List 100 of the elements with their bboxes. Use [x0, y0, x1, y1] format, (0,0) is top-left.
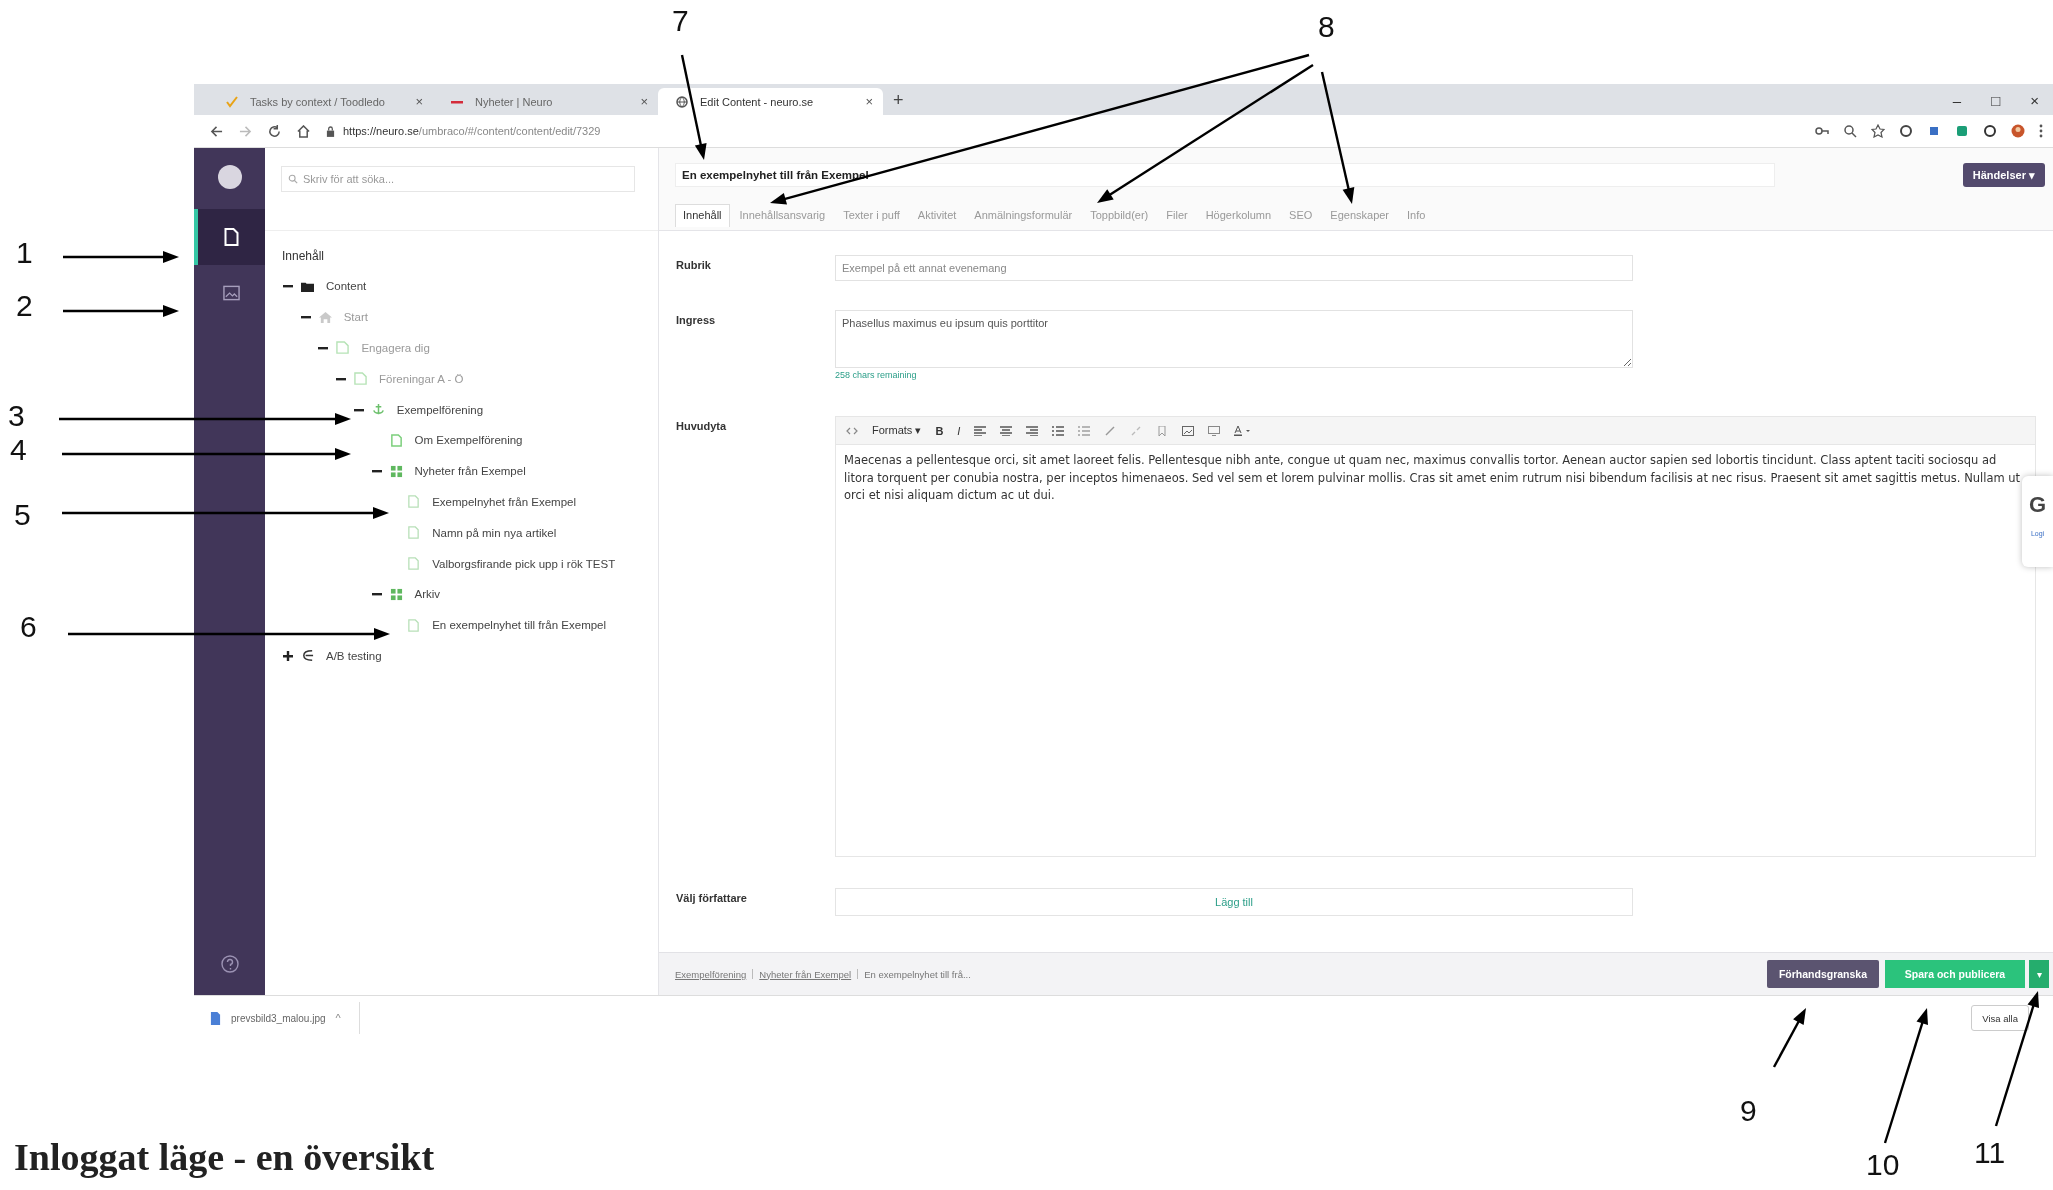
search-field[interactable]: Skriv för att söka...: [281, 166, 635, 192]
field-label: Ingress: [676, 313, 717, 328]
link-icon[interactable]: [1104, 425, 1117, 436]
tab-title: Tasks by context / Toodledo: [250, 95, 386, 108]
text-area[interactable]: Phasellus maximus eu ipsum quis porttitor: [835, 310, 1633, 368]
extension-icon[interactable]: [1899, 124, 1913, 138]
show-all-button[interactable]: Visa alla: [1971, 1005, 2029, 1031]
field-label: Välj författare: [676, 891, 748, 906]
window-control[interactable]: ×: [2030, 92, 2039, 109]
annotation-number: 9: [1740, 1096, 1757, 1126]
globe-icon: [676, 95, 688, 108]
check-icon: [226, 95, 238, 108]
annotation-number: 10: [1866, 1150, 1900, 1180]
tree-item[interactable]: A/B testing: [326, 649, 382, 662]
annotation-number: 11: [1974, 1138, 2006, 1168]
tree-item[interactable]: Namn på min nya artikel: [432, 526, 557, 539]
new-tab-button[interactable]: +: [893, 90, 904, 111]
tab-title: Nyheter | Neuro: [475, 95, 554, 108]
file-icon: [210, 1011, 221, 1025]
address-bar[interactable]: https://neuro.se/umbraco/#/content/content/edit/7329: [326, 119, 1326, 143]
tree-heading: Innehåll: [281, 248, 326, 265]
tree-item[interactable]: Exempelnyhet från Exempel: [432, 495, 576, 508]
split-icon: [301, 649, 314, 663]
search-icon: [288, 174, 298, 184]
caret-icon[interactable]: ^: [335, 1012, 341, 1024]
close-icon[interactable]: ×: [415, 94, 423, 109]
widget-letter: G: [2028, 492, 2047, 518]
close-icon[interactable]: ×: [865, 94, 873, 109]
back-icon[interactable]: [210, 124, 223, 138]
annotation-number: 3: [8, 401, 25, 431]
formats-dropdown[interactable]: Formats ▾: [872, 424, 922, 437]
field-label: Huvudyta: [676, 419, 728, 434]
window-control[interactable]: –: [1952, 92, 1962, 109]
browser-tab[interactable]: Tasks by context / Toodledo ×: [208, 88, 433, 115]
monitor-icon[interactable]: [1208, 425, 1221, 436]
page-icon: [407, 557, 421, 571]
browser-tab[interactable]: Nyheter | Neuro ×: [433, 88, 658, 115]
browser-tab[interactable]: Edit Content - neuro.se ×: [658, 88, 883, 115]
tree-item[interactable]: Arkiv: [414, 588, 441, 601]
tree-item[interactable]: Exempelförening: [396, 403, 484, 416]
anchor-icon: [371, 403, 385, 417]
avatar-icon[interactable]: [2011, 124, 2025, 138]
grid-icon: [389, 464, 403, 478]
body-text: Maecenas a pellentesque orci, sit amet laoreet felis. Pellentesque nibh ante, congue ut quam nec, maximus convallis tortor. Aenean auctor sapien sed lobortis tincidunt. Class aptent taciti sociosqu ad litora torquent per conubia nostra, per inceptos himenaeos. Sed vel sem et lorem pulvinar mollis. Cras sit amet enim rutrum nisi bibendum facilisis at nec risus. Praesent sit amet sagittis metus. Nullam ut orci et nisi aliquam dictum ac ut dui.: [844, 452, 2022, 504]
align-icon[interactable]: [974, 425, 987, 436]
user-avatar[interactable]: [217, 165, 242, 189]
page-icon: [407, 526, 421, 540]
annotation-number: 4: [10, 435, 27, 465]
close-icon[interactable]: ×: [640, 94, 648, 109]
breadcrumb-link[interactable]: Exempelförening: [675, 968, 747, 980]
preview-button[interactable]: Förhandsgranska: [1766, 960, 1879, 988]
name-field[interactable]: En exempelnyhet till från Exempel: [675, 163, 1775, 187]
breadcrumb-link[interactable]: En exempelnyhet till frå...: [864, 968, 971, 980]
image-icon: [223, 284, 240, 302]
character-counter: 258 chars remaining: [835, 370, 918, 382]
menu-icon[interactable]: [2039, 124, 2043, 138]
page-title: Inloggat läge - en översikt: [14, 1138, 435, 1176]
star-icon[interactable]: [1871, 124, 1885, 138]
align-icon[interactable]: [1000, 425, 1013, 436]
align-icon[interactable]: [1026, 425, 1039, 436]
home-icon[interactable]: [297, 124, 310, 138]
italic-button[interactable]: I: [957, 424, 961, 437]
tree-item[interactable]: Nyheter från Exempel: [414, 465, 526, 478]
plus-icon[interactable]: [283, 650, 293, 661]
annotation-number: 2: [16, 291, 33, 321]
annotation-number: 6: [20, 612, 37, 642]
text-field[interactable]: Exempel på ett annat evenemang: [835, 255, 1633, 281]
tree-item[interactable]: Om Exempelförening: [414, 434, 523, 447]
document-icon: [223, 228, 240, 246]
image-icon[interactable]: [1182, 425, 1195, 436]
annotation-number: 8: [1318, 12, 1335, 42]
tree-item[interactable]: Valborgsfirande pick upp i rök TEST: [432, 557, 616, 570]
page-icon: [407, 618, 421, 632]
section-button[interactable]: [194, 209, 265, 265]
extension-icon[interactable]: [1983, 124, 1997, 138]
annotation-arrow: [1772, 1008, 1806, 1068]
actions-button[interactable]: Händelser ▾: [1962, 163, 2045, 187]
key-icon[interactable]: [1815, 124, 1829, 138]
text-color-icon[interactable]: [1234, 425, 1253, 436]
page-icon: [336, 341, 350, 355]
editor-tab[interactable]: Innehåll: [675, 204, 730, 227]
add-button[interactable]: Lägg till: [835, 888, 1633, 916]
download-file-name[interactable]: prevsbild3_malou.jpg: [231, 1012, 326, 1024]
page-icon: [354, 372, 368, 386]
tab-title: Edit Content - neuro.se: [700, 95, 815, 108]
grid-icon: [389, 587, 403, 601]
code-icon[interactable]: [846, 425, 858, 436]
annotation-number: 1: [16, 238, 33, 268]
window-control[interactable]: □: [1991, 92, 2001, 109]
page-icon: [407, 495, 421, 509]
tree-item[interactable]: En exempelnyhet till från Exempel: [432, 619, 607, 632]
zoom-icon[interactable]: [1843, 124, 1857, 138]
help-icon[interactable]: [220, 955, 239, 973]
tree-item[interactable]: Content: [326, 280, 367, 293]
bold-button[interactable]: B: [935, 424, 944, 437]
reload-icon[interactable]: [268, 124, 281, 138]
annotation-number: 7: [672, 6, 689, 36]
bullet-list-icon[interactable]: [1052, 425, 1065, 436]
bookmark-icon[interactable]: [1156, 425, 1169, 436]
breadcrumb-link[interactable]: Nyheter från Exempel: [759, 968, 852, 980]
